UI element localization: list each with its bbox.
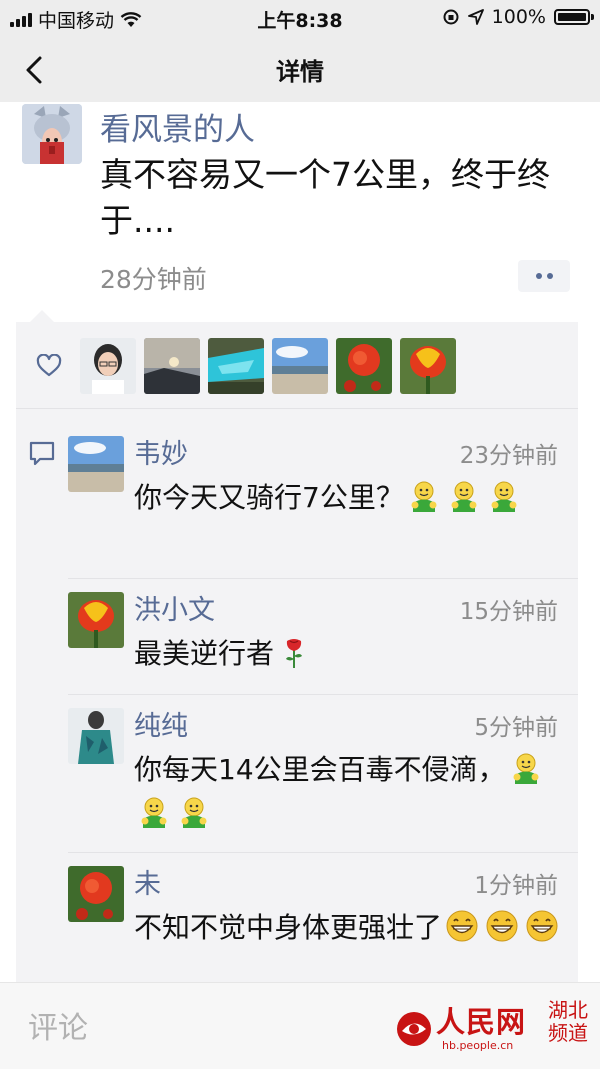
commenter-avatar[interactable] [68, 592, 124, 648]
comment-body: 不知不觉中身体更强壮了 [134, 911, 443, 944]
comment-body: 你每天14公里会百毒不侵滴， [134, 753, 506, 786]
page-title: 详情 [276, 58, 324, 86]
commenter-avatar[interactable] [68, 866, 124, 922]
like-avatar-beach[interactable] [272, 338, 328, 394]
thumbs-up-emoji-icon [411, 481, 437, 512]
grin-emoji-icon [486, 910, 518, 942]
comment-text: 你每天14公里会百毒不侵滴， [134, 748, 564, 836]
comment-item: 未 1分钟前 不知不觉中身体更强壮了 [68, 866, 558, 992]
comment-item: 韦妙 23分钟前 你今天又骑行7公里？ [68, 436, 558, 586]
comment-icon [29, 441, 55, 466]
nav-bar: 详情 [0, 36, 600, 102]
watermark: 人民网 hb.people.cn 湖北频道 [394, 999, 590, 1059]
orientation-lock-icon [443, 9, 459, 25]
watermark-url: hb.people.cn [442, 1039, 514, 1052]
watermark-region: 湖北频道 [548, 998, 588, 1045]
status-right: 100% [442, 6, 594, 28]
battery-icon [554, 9, 594, 25]
battery-percent: 100% [491, 6, 546, 28]
thumbs-up-emoji-icon [491, 481, 517, 512]
panel-caret [30, 310, 54, 322]
comment-time: 15分钟前 [459, 599, 558, 625]
like-avatar-blue-water[interactable] [208, 338, 264, 394]
comment-text: 最美逆行者 [134, 632, 564, 676]
commenter-name[interactable]: 韦妙 [134, 432, 188, 471]
post-text: 真不容易又一个7公里，终于终于.... [100, 155, 550, 240]
comment-input[interactable]: 评论 [28, 1003, 88, 1047]
interaction-panel: 韦妙 23分钟前 你今天又骑行7公里？ 洪小文 15分钟前 最美逆行者 纯纯 5… [16, 322, 578, 992]
like-avatar-tulip[interactable] [400, 338, 456, 394]
comment-divider [68, 578, 578, 579]
comment-text: 不知不觉中身体更强壮了 [134, 906, 564, 950]
thumbs-up-emoji-icon [141, 797, 167, 828]
comment-time: 23分钟前 [459, 443, 558, 469]
author-avatar[interactable] [22, 104, 82, 164]
comment-body: 你今天又骑行7公里？ [134, 481, 404, 514]
comment-bar: 评论 人民网 hb.people.cn 湖北频道 [0, 982, 600, 1069]
watermark-brand: 人民网 [436, 1005, 527, 1039]
thumbs-up-emoji-icon [451, 481, 477, 512]
battery-fill [558, 13, 586, 21]
grin-emoji-icon [446, 910, 478, 942]
comment-body: 最美逆行者 [134, 637, 275, 670]
status-bar: 中国移动 上午8:38 100% [0, 0, 600, 36]
comment-item: 纯纯 5分钟前 你每天14公里会百毒不侵滴， [68, 708, 558, 858]
commenter-name[interactable]: 纯纯 [134, 704, 188, 743]
commenter-name[interactable]: 未 [134, 862, 161, 901]
post-author[interactable]: 看风景的人 [100, 104, 255, 149]
comment-divider [68, 694, 578, 695]
heart-icon [36, 354, 62, 377]
comment-item: 洪小文 15分钟前 最美逆行者 [68, 592, 558, 702]
commenter-avatar[interactable] [68, 708, 124, 764]
two-dots-icon [535, 273, 542, 279]
likes-row [16, 322, 578, 409]
like-avatar-red-flower[interactable] [336, 338, 392, 394]
thumbs-up-emoji-icon [513, 753, 539, 784]
comment-time: 5分钟前 [474, 715, 558, 741]
people-logo-icon [397, 1012, 431, 1046]
thumbs-up-emoji-icon [181, 797, 207, 828]
post-time: 28分钟前 [100, 265, 207, 294]
more-button[interactable] [518, 260, 570, 292]
commenter-avatar[interactable] [68, 436, 124, 492]
comment-time: 1分钟前 [474, 873, 558, 899]
like-avatar-sunset[interactable] [144, 338, 200, 394]
like-avatar-person[interactable] [80, 338, 136, 394]
comment-text: 你今天又骑行7公里？ [134, 476, 564, 520]
grin-emoji-icon [526, 910, 558, 942]
rose-emoji-icon [286, 639, 303, 668]
location-arrow-icon [467, 9, 484, 25]
commenter-name[interactable]: 洪小文 [134, 588, 215, 627]
comment-divider [68, 852, 578, 853]
